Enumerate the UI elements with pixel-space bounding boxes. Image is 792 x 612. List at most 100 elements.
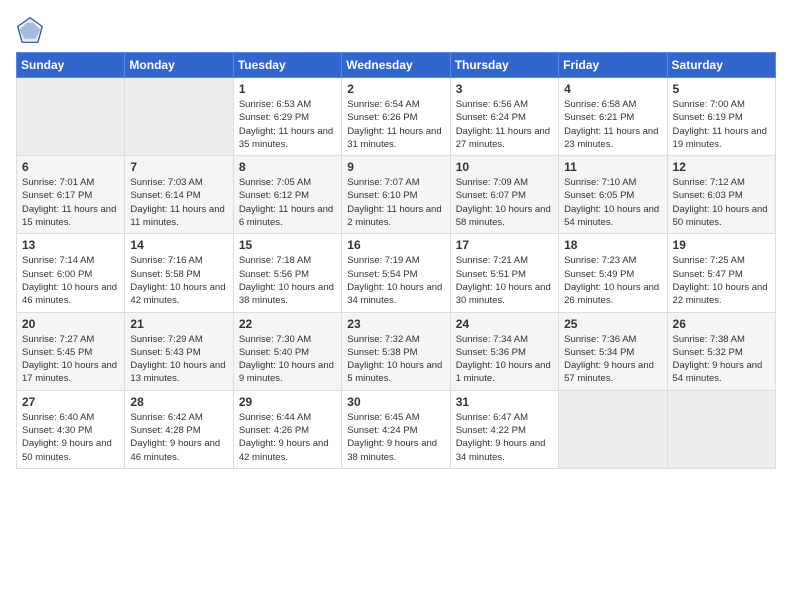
day-info: Sunrise: 7:16 AM Sunset: 5:58 PM Dayligh… bbox=[130, 254, 227, 307]
day-info: Sunrise: 7:10 AM Sunset: 6:05 PM Dayligh… bbox=[564, 176, 661, 229]
calendar-cell: 8Sunrise: 7:05 AM Sunset: 6:12 PM Daylig… bbox=[233, 156, 341, 234]
day-info: Sunrise: 6:56 AM Sunset: 6:24 PM Dayligh… bbox=[456, 98, 553, 151]
day-info: Sunrise: 7:30 AM Sunset: 5:40 PM Dayligh… bbox=[239, 333, 336, 386]
calendar-week-row: 27 Sunrise: 6:40 AM Sunset: 4:30 PM Dayli… bbox=[17, 390, 776, 468]
calendar-cell bbox=[667, 390, 775, 468]
day-number: 5 bbox=[673, 82, 770, 96]
day-info: Sunrise: 7:00 AM Sunset: 6:19 PM Dayligh… bbox=[673, 98, 770, 151]
day-number: 24 bbox=[456, 317, 553, 331]
weekday-header: Monday bbox=[125, 53, 233, 78]
day-info: Sunrise: 7:36 AM Sunset: 5:34 PM Dayligh… bbox=[564, 333, 661, 386]
calendar-week-row: 13 Sunrise: 7:14 AM Sunset: 6:00 PM Dayli… bbox=[17, 234, 776, 312]
day-number: 22 bbox=[239, 317, 336, 331]
calendar-cell: 11 Sunrise: 7:10 AM Sunset: 6:05 PM Dayli… bbox=[559, 156, 667, 234]
weekday-header: Friday bbox=[559, 53, 667, 78]
calendar-cell bbox=[17, 78, 125, 156]
calendar-cell: 20 Sunrise: 7:27 AM Sunset: 5:45 PM Dayli… bbox=[17, 312, 125, 390]
day-number: 27 bbox=[22, 395, 119, 409]
day-number: 13 bbox=[22, 238, 119, 252]
day-number: 18 bbox=[564, 238, 661, 252]
calendar-cell: 10Sunrise: 7:09 AM Sunset: 6:07 PM Dayli… bbox=[450, 156, 558, 234]
calendar-cell: 25 Sunrise: 7:36 AM Sunset: 5:34 PM Dayli… bbox=[559, 312, 667, 390]
logo bbox=[16, 16, 48, 44]
calendar-cell: 21 Sunrise: 7:29 AM Sunset: 5:43 PM Dayli… bbox=[125, 312, 233, 390]
day-number: 31 bbox=[456, 395, 553, 409]
day-info: Sunrise: 7:25 AM Sunset: 5:47 PM Dayligh… bbox=[673, 254, 770, 307]
calendar-cell: 19 Sunrise: 7:25 AM Sunset: 5:47 PM Dayli… bbox=[667, 234, 775, 312]
calendar-week-row: 20 Sunrise: 7:27 AM Sunset: 5:45 PM Dayli… bbox=[17, 312, 776, 390]
calendar-cell: 5 Sunrise: 7:00 AM Sunset: 6:19 PM Daylig… bbox=[667, 78, 775, 156]
day-info: Sunrise: 7:34 AM Sunset: 5:36 PM Dayligh… bbox=[456, 333, 553, 386]
calendar-cell: 3 Sunrise: 6:56 AM Sunset: 6:24 PM Daylig… bbox=[450, 78, 558, 156]
calendar-cell: 31 Sunrise: 6:47 AM Sunset: 4:22 PM Dayli… bbox=[450, 390, 558, 468]
calendar-week-row: 6Sunrise: 7:01 AM Sunset: 6:17 PM Daylig… bbox=[17, 156, 776, 234]
calendar-week-row: 1Sunrise: 6:53 AM Sunset: 6:29 PM Daylig… bbox=[17, 78, 776, 156]
day-info: Sunrise: 6:45 AM Sunset: 4:24 PM Dayligh… bbox=[347, 411, 444, 464]
day-info: Sunrise: 7:29 AM Sunset: 5:43 PM Dayligh… bbox=[130, 333, 227, 386]
day-number: 17 bbox=[456, 238, 553, 252]
day-info: Sunrise: 7:07 AM Sunset: 6:10 PM Dayligh… bbox=[347, 176, 444, 229]
day-info: Sunrise: 7:27 AM Sunset: 5:45 PM Dayligh… bbox=[22, 333, 119, 386]
weekday-header: Wednesday bbox=[342, 53, 450, 78]
calendar-cell: 2Sunrise: 6:54 AM Sunset: 6:26 PM Daylig… bbox=[342, 78, 450, 156]
calendar-cell: 15 Sunrise: 7:18 AM Sunset: 5:56 PM Dayli… bbox=[233, 234, 341, 312]
day-number: 19 bbox=[673, 238, 770, 252]
day-number: 21 bbox=[130, 317, 227, 331]
day-info: Sunrise: 7:09 AM Sunset: 6:07 PM Dayligh… bbox=[456, 176, 553, 229]
weekday-header: Thursday bbox=[450, 53, 558, 78]
day-info: Sunrise: 7:03 AM Sunset: 6:14 PM Dayligh… bbox=[130, 176, 227, 229]
day-info: Sunrise: 7:05 AM Sunset: 6:12 PM Dayligh… bbox=[239, 176, 336, 229]
day-number: 3 bbox=[456, 82, 553, 96]
day-number: 20 bbox=[22, 317, 119, 331]
calendar-cell: 24 Sunrise: 7:34 AM Sunset: 5:36 PM Dayli… bbox=[450, 312, 558, 390]
calendar-cell: 30 Sunrise: 6:45 AM Sunset: 4:24 PM Dayli… bbox=[342, 390, 450, 468]
day-info: Sunrise: 6:44 AM Sunset: 4:26 PM Dayligh… bbox=[239, 411, 336, 464]
day-info: Sunrise: 7:14 AM Sunset: 6:00 PM Dayligh… bbox=[22, 254, 119, 307]
day-info: Sunrise: 6:40 AM Sunset: 4:30 PM Dayligh… bbox=[22, 411, 119, 464]
calendar-cell: 28 Sunrise: 6:42 AM Sunset: 4:28 PM Dayli… bbox=[125, 390, 233, 468]
day-info: Sunrise: 6:47 AM Sunset: 4:22 PM Dayligh… bbox=[456, 411, 553, 464]
day-number: 7 bbox=[130, 160, 227, 174]
calendar-cell: 27 Sunrise: 6:40 AM Sunset: 4:30 PM Dayli… bbox=[17, 390, 125, 468]
day-number: 28 bbox=[130, 395, 227, 409]
calendar-cell: 14 Sunrise: 7:16 AM Sunset: 5:58 PM Dayli… bbox=[125, 234, 233, 312]
day-info: Sunrise: 6:54 AM Sunset: 6:26 PM Dayligh… bbox=[347, 98, 444, 151]
calendar-cell: 12Sunrise: 7:12 AM Sunset: 6:03 PM Dayli… bbox=[667, 156, 775, 234]
day-number: 9 bbox=[347, 160, 444, 174]
day-info: Sunrise: 7:19 AM Sunset: 5:54 PM Dayligh… bbox=[347, 254, 444, 307]
logo-icon bbox=[16, 16, 44, 44]
day-info: Sunrise: 7:38 AM Sunset: 5:32 PM Dayligh… bbox=[673, 333, 770, 386]
day-number: 11 bbox=[564, 160, 661, 174]
calendar-cell: 7 Sunrise: 7:03 AM Sunset: 6:14 PM Daylig… bbox=[125, 156, 233, 234]
day-info: Sunrise: 7:23 AM Sunset: 5:49 PM Dayligh… bbox=[564, 254, 661, 307]
calendar-cell: 17 Sunrise: 7:21 AM Sunset: 5:51 PM Dayli… bbox=[450, 234, 558, 312]
page-header bbox=[16, 16, 776, 44]
day-number: 25 bbox=[564, 317, 661, 331]
calendar-cell: 22 Sunrise: 7:30 AM Sunset: 5:40 PM Dayli… bbox=[233, 312, 341, 390]
calendar-cell: 9 Sunrise: 7:07 AM Sunset: 6:10 PM Daylig… bbox=[342, 156, 450, 234]
weekday-header: Sunday bbox=[17, 53, 125, 78]
day-info: Sunrise: 6:42 AM Sunset: 4:28 PM Dayligh… bbox=[130, 411, 227, 464]
day-number: 23 bbox=[347, 317, 444, 331]
day-info: Sunrise: 6:53 AM Sunset: 6:29 PM Dayligh… bbox=[239, 98, 336, 151]
calendar-table: SundayMondayTuesdayWednesdayThursdayFrid… bbox=[16, 52, 776, 469]
calendar-cell: 6Sunrise: 7:01 AM Sunset: 6:17 PM Daylig… bbox=[17, 156, 125, 234]
weekday-header: Saturday bbox=[667, 53, 775, 78]
day-info: Sunrise: 7:21 AM Sunset: 5:51 PM Dayligh… bbox=[456, 254, 553, 307]
calendar-cell: 18 Sunrise: 7:23 AM Sunset: 5:49 PM Dayli… bbox=[559, 234, 667, 312]
calendar-header-row: SundayMondayTuesdayWednesdayThursdayFrid… bbox=[17, 53, 776, 78]
calendar-cell: 16Sunrise: 7:19 AM Sunset: 5:54 PM Dayli… bbox=[342, 234, 450, 312]
calendar-cell: 23Sunrise: 7:32 AM Sunset: 5:38 PM Dayli… bbox=[342, 312, 450, 390]
day-number: 14 bbox=[130, 238, 227, 252]
day-number: 12 bbox=[673, 160, 770, 174]
day-number: 30 bbox=[347, 395, 444, 409]
day-number: 15 bbox=[239, 238, 336, 252]
calendar-cell: 26Sunrise: 7:38 AM Sunset: 5:32 PM Dayli… bbox=[667, 312, 775, 390]
calendar-cell: 4Sunrise: 6:58 AM Sunset: 6:21 PM Daylig… bbox=[559, 78, 667, 156]
day-info: Sunrise: 7:01 AM Sunset: 6:17 PM Dayligh… bbox=[22, 176, 119, 229]
calendar-cell bbox=[125, 78, 233, 156]
day-info: Sunrise: 6:58 AM Sunset: 6:21 PM Dayligh… bbox=[564, 98, 661, 151]
calendar-cell bbox=[559, 390, 667, 468]
day-number: 29 bbox=[239, 395, 336, 409]
day-info: Sunrise: 7:18 AM Sunset: 5:56 PM Dayligh… bbox=[239, 254, 336, 307]
